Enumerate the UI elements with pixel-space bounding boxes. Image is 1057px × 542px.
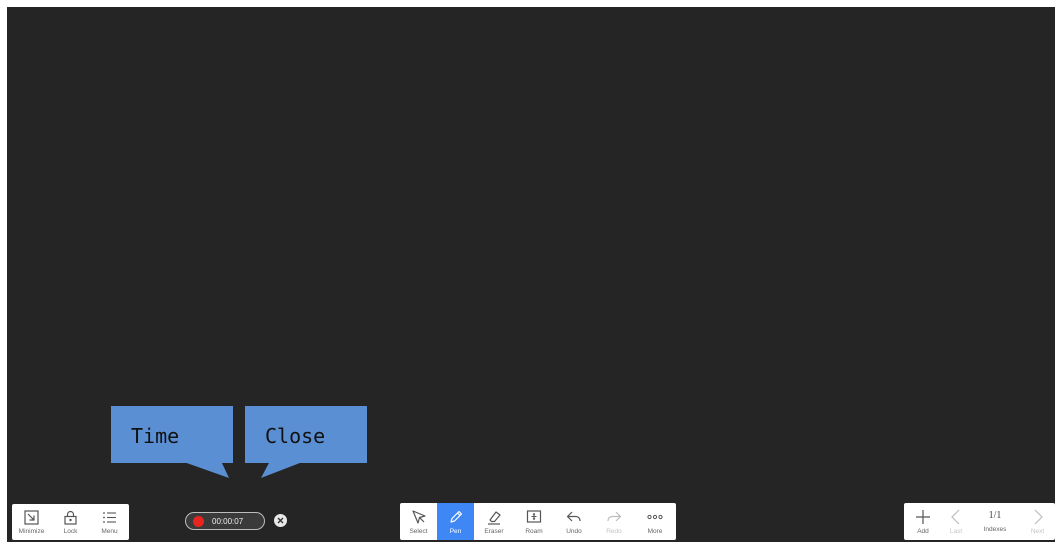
time-callout-label: Time xyxy=(111,406,233,463)
undo-label: Undo xyxy=(566,527,582,535)
select-label: Select xyxy=(409,527,428,535)
close-icon xyxy=(277,517,284,524)
next-label: Next xyxy=(1030,527,1045,535)
close-callout: Close xyxy=(245,406,370,478)
roam-tool-button[interactable]: Roam xyxy=(514,503,554,540)
chevron-right-icon xyxy=(1034,509,1043,524)
more-icon xyxy=(647,514,663,519)
time-callout: Time xyxy=(111,406,236,478)
eraser-tool-button[interactable]: Eraser xyxy=(474,503,514,540)
more-label: More xyxy=(647,527,663,535)
lock-button[interactable]: Lock xyxy=(51,504,90,540)
recording-close-button[interactable] xyxy=(274,514,287,527)
minimize-label: Minimize xyxy=(18,527,45,535)
add-label: Add xyxy=(917,527,929,535)
select-tool-button[interactable]: Select xyxy=(400,503,437,540)
right-toolbar: Add Last 1/1 Indexes Next xyxy=(904,503,1055,540)
menu-icon xyxy=(103,511,116,523)
pen-icon xyxy=(449,510,462,523)
indexes-label: Indexes xyxy=(983,526,1007,533)
recording-timer: 00:00:07 xyxy=(185,512,265,530)
recording-time: 00:00:07 xyxy=(212,516,244,526)
menu-button[interactable]: Menu xyxy=(90,504,129,540)
undo-button[interactable]: Undo xyxy=(554,503,594,540)
redo-button[interactable]: Redo xyxy=(594,503,634,540)
chevron-left-icon xyxy=(951,509,960,524)
next-page-button[interactable]: Next xyxy=(1020,503,1055,540)
redo-icon xyxy=(607,511,622,521)
menu-label: Menu xyxy=(101,527,118,535)
eraser-icon xyxy=(488,510,501,525)
roam-icon xyxy=(526,509,542,523)
cursor-icon xyxy=(411,509,426,524)
plus-icon xyxy=(916,509,930,524)
record-indicator-icon xyxy=(193,515,204,527)
page-number: 1/1 xyxy=(988,510,1002,521)
add-page-button[interactable]: Add xyxy=(904,503,942,540)
page-indexes-button[interactable]: 1/1 Indexes xyxy=(970,503,1020,540)
center-toolbar: Select Pen Eraser Roam Undo Redo More xyxy=(400,503,676,540)
minimize-button[interactable]: Minimize xyxy=(12,504,51,540)
left-toolbar: Minimize Lock Menu xyxy=(12,504,129,540)
lock-label: Lock xyxy=(63,527,78,535)
more-button[interactable]: More xyxy=(634,503,676,540)
undo-icon xyxy=(566,511,581,521)
pen-label: Pen xyxy=(449,527,462,535)
pen-tool-button[interactable]: Pen xyxy=(437,503,474,540)
lock-icon xyxy=(64,510,77,525)
close-callout-label: Close xyxy=(245,406,367,463)
roam-label: Roam xyxy=(525,527,543,535)
eraser-label: Eraser xyxy=(484,527,504,535)
last-page-button[interactable]: Last xyxy=(942,503,970,540)
redo-label: Redo xyxy=(606,527,622,535)
last-label: Last xyxy=(949,527,963,535)
minimize-icon xyxy=(24,509,39,525)
